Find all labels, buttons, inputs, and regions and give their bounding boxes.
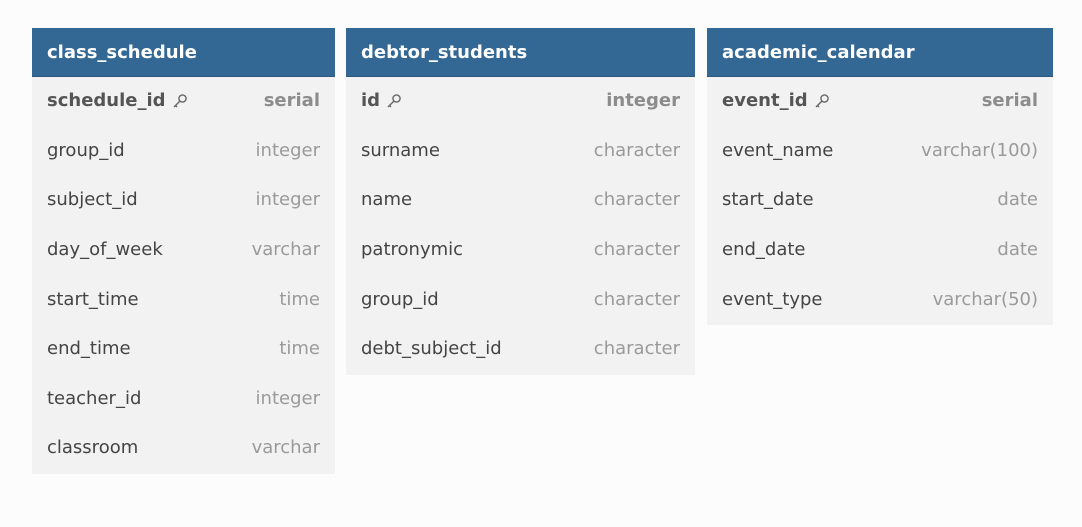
table-debtor-students[interactable]: debtor_students id integer surname chara… [346, 28, 695, 375]
column-type: time [279, 288, 320, 310]
table-row[interactable]: event_type varchar(50) [707, 274, 1053, 324]
table-row[interactable]: patronymic character [346, 225, 695, 275]
table-header[interactable]: academic_calendar [707, 28, 1053, 77]
column-type: serial [981, 90, 1038, 112]
table-row[interactable]: debt_subject_id character [346, 324, 695, 374]
table-header[interactable]: class_schedule [32, 28, 335, 77]
table-row[interactable]: day_of_week varchar [32, 225, 335, 275]
table-row[interactable]: id integer [346, 76, 695, 126]
table-row[interactable]: event_id serial [707, 76, 1053, 126]
table-row[interactable]: group_id integer [32, 126, 335, 176]
table-row[interactable]: teacher_id integer [32, 374, 335, 424]
key-icon [814, 93, 830, 109]
table-row[interactable]: surname character [346, 126, 695, 176]
column-name: name [361, 189, 413, 211]
column-type: varchar [251, 437, 320, 459]
table-row[interactable]: name character [346, 175, 695, 225]
column-name: event_name [722, 139, 834, 161]
table-row[interactable]: start_date date [707, 175, 1053, 225]
column-name: day_of_week [47, 239, 163, 261]
column-type: date [997, 239, 1038, 261]
column-type: character [593, 338, 680, 360]
table-header[interactable]: debtor_students [346, 28, 695, 77]
column-name: id [361, 90, 381, 112]
table-row[interactable]: classroom varchar [32, 423, 335, 473]
column-type: time [279, 338, 320, 360]
column-type: character [593, 239, 680, 261]
column-type: integer [255, 387, 320, 409]
column-type: integer [255, 139, 320, 161]
column-type: varchar [251, 239, 320, 261]
column-name: start_date [722, 189, 814, 211]
column-type: character [593, 288, 680, 310]
table-academic-calendar[interactable]: academic_calendar event_id serial event_… [707, 28, 1053, 325]
key-icon [386, 93, 402, 109]
column-name: schedule_id [47, 90, 166, 112]
column-type: date [997, 189, 1038, 211]
column-name: end_date [722, 239, 806, 261]
key-icon [172, 93, 188, 109]
column-type: integer [255, 189, 320, 211]
column-name: start_time [47, 288, 139, 310]
column-name: end_time [47, 338, 131, 360]
table-row[interactable]: schedule_id serial [32, 76, 335, 126]
table-row[interactable]: end_time time [32, 324, 335, 374]
column-type: varchar(100) [921, 139, 1038, 161]
column-name: event_type [722, 288, 823, 310]
table-class-schedule[interactable]: class_schedule schedule_id serial group_… [32, 28, 335, 474]
column-name: group_id [361, 288, 439, 310]
column-name: classroom [47, 437, 139, 459]
table-row[interactable]: subject_id integer [32, 175, 335, 225]
column-type: integer [606, 90, 680, 112]
column-type: character [593, 189, 680, 211]
column-name: patronymic [361, 239, 464, 261]
table-row[interactable]: start_time time [32, 274, 335, 324]
column-name: teacher_id [47, 387, 142, 409]
table-row[interactable]: end_date date [707, 225, 1053, 275]
table-row[interactable]: group_id character [346, 274, 695, 324]
column-name: debt_subject_id [361, 338, 502, 360]
column-type: serial [263, 90, 320, 112]
column-type: character [593, 139, 680, 161]
column-name: subject_id [47, 189, 138, 211]
column-name: event_id [722, 90, 808, 112]
column-name: group_id [47, 139, 125, 161]
column-type: varchar(50) [932, 288, 1038, 310]
table-row[interactable]: event_name varchar(100) [707, 126, 1053, 176]
column-name: surname [361, 139, 440, 161]
